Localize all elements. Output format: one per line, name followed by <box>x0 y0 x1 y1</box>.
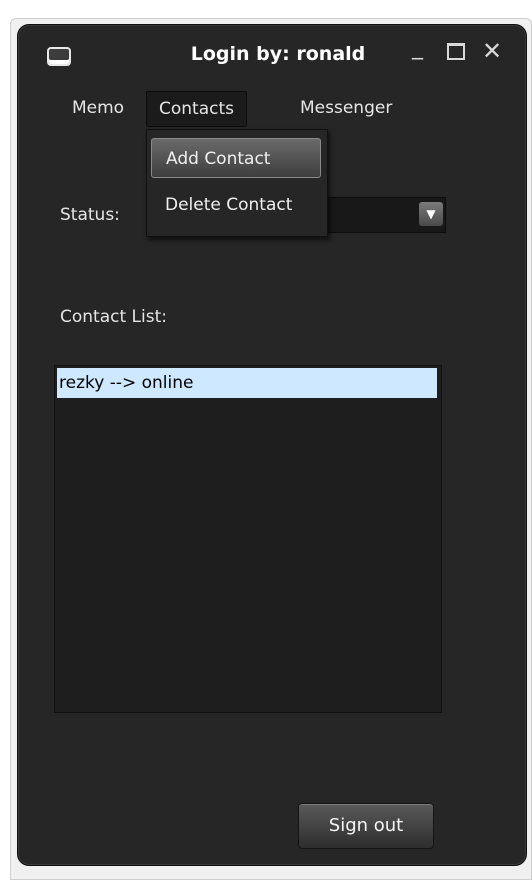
chevron-down-icon[interactable]: ▼ <box>419 202 443 226</box>
list-item[interactable]: rezky --> online <box>57 368 437 398</box>
sign-out-button[interactable]: Sign out <box>298 803 434 849</box>
maximize-icon[interactable] <box>447 43 465 60</box>
menu-item-messenger[interactable]: Messenger <box>288 91 404 125</box>
app-window: Login by: ronald _ ✕ Memo Contacts Messe… <box>17 24 527 866</box>
status-label: Status: <box>60 205 120 225</box>
contact-list[interactable]: rezky --> online <box>54 365 442 713</box>
menu-item-contacts[interactable]: Contacts <box>146 91 247 127</box>
close-icon[interactable]: ✕ <box>482 37 502 65</box>
contact-list-label: Contact List: <box>60 307 167 327</box>
menu-bar: Memo Contacts Messenger <box>18 87 526 129</box>
menu-item-add-contact[interactable]: Add Contact <box>151 138 321 178</box>
title-bar[interactable]: Login by: ronald _ ✕ <box>18 25 526 81</box>
contacts-dropdown-menu: Add Contact Delete Contact <box>146 129 328 237</box>
minimize-icon[interactable]: _ <box>412 35 423 60</box>
menu-item-memo[interactable]: Memo <box>60 91 136 125</box>
menu-item-delete-contact[interactable]: Delete Contact <box>151 184 321 226</box>
window-app-icon <box>47 47 71 66</box>
window-title: Login by: ronald <box>190 43 366 65</box>
